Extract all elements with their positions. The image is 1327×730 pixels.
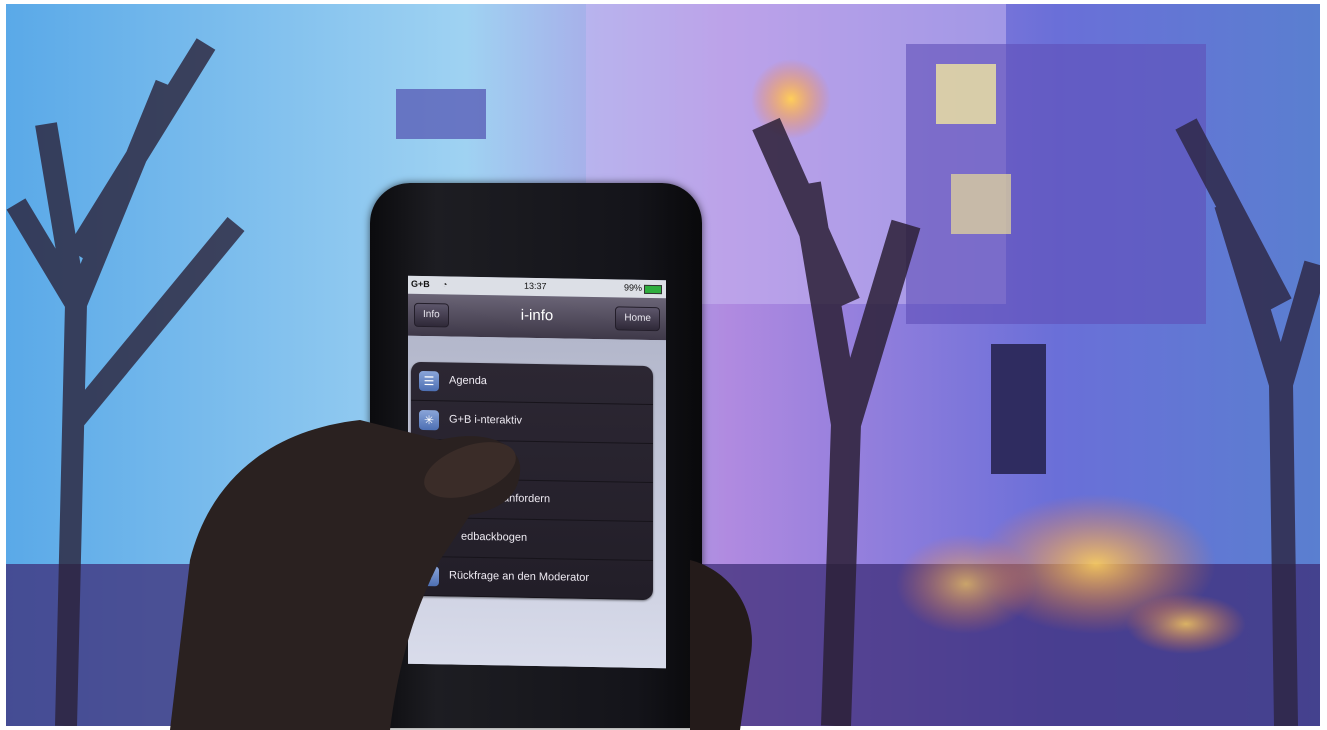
hand-holding-phone xyxy=(170,420,752,730)
